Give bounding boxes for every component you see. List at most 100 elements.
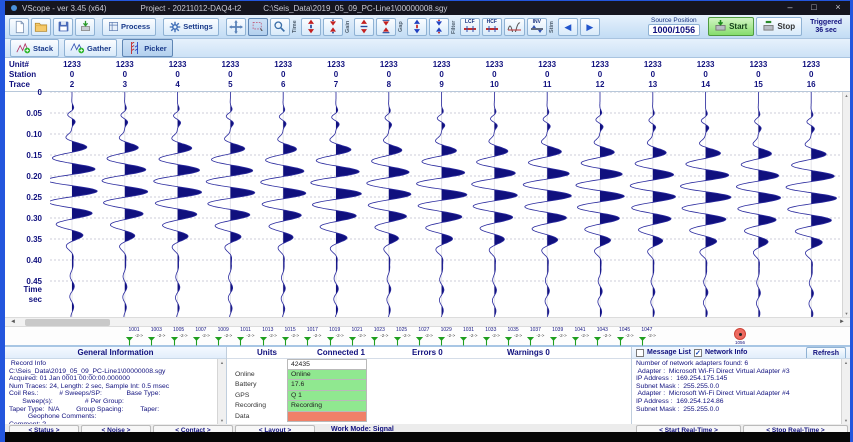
plot-vertical-scrollbar[interactable]: ▲ ▼ <box>842 92 850 317</box>
scroll-up-icon[interactable]: ▲ <box>843 93 850 98</box>
source-marker[interactable]: 1056 <box>729 328 751 345</box>
tab-stop-real-time[interactable]: < Stop Real-Time > <box>743 425 848 432</box>
time-compress-button[interactable] <box>323 18 343 36</box>
start-button[interactable]: Start <box>708 17 754 36</box>
trace-header-column: 123305 <box>208 60 252 90</box>
scroll-right-icon[interactable]: ► <box>836 318 848 326</box>
settings-gear-icon <box>169 21 181 33</box>
bandpass-button[interactable] <box>504 18 525 36</box>
picker-button[interactable]: Picker <box>122 39 173 57</box>
time-gridlines <box>50 92 842 281</box>
geophone-offset-label: -2-> <box>536 333 544 339</box>
gain-down-button[interactable] <box>376 18 396 36</box>
maximize-button[interactable]: □ <box>802 1 826 15</box>
process-button[interactable]: Process <box>102 18 156 36</box>
close-button[interactable]: × <box>826 1 850 15</box>
tab-noise[interactable]: < Noise > <box>81 425 151 432</box>
message-list-label: Message List <box>647 349 691 356</box>
gap-increase-button[interactable] <box>407 18 427 36</box>
process-icon <box>108 21 119 32</box>
geophone-offset-label: -2-> <box>291 333 299 339</box>
geophone-offset-label: -2-> <box>514 333 522 339</box>
next-button[interactable]: ▶ <box>580 18 600 36</box>
general-info-line: Record Info <box>9 360 215 368</box>
geophone-offset-label: -2-> <box>403 333 411 339</box>
time-tick-label: 0.10 <box>8 130 42 139</box>
lcf-button[interactable]: LCF <box>460 18 480 36</box>
trace-number-value: 12 <box>578 80 622 90</box>
new-file-button[interactable] <box>9 18 29 36</box>
scroll-down-icon[interactable]: ▼ <box>218 418 226 423</box>
source-marker-icon <box>734 328 746 340</box>
plot-horizontal-scrollbar[interactable]: ◄ ► <box>5 317 850 327</box>
trace-station-value: 0 <box>208 70 252 80</box>
gap-decrease-button[interactable] <box>429 18 449 36</box>
tab-layout[interactable]: < Layout > <box>235 425 315 432</box>
zoom-button[interactable] <box>270 18 290 36</box>
trace-header-column: 123307 <box>314 60 358 90</box>
lcf-filter-icon <box>463 25 477 33</box>
export-button[interactable] <box>75 18 95 36</box>
seismic-trace-fill <box>547 92 571 317</box>
unit-status-value: Recording <box>287 401 367 412</box>
trace-number-value: 10 <box>472 80 516 90</box>
network-info-panel: Message List ✓ Network Info Refresh Numb… <box>632 347 850 424</box>
trace-plot-svg[interactable] <box>50 92 842 317</box>
trace-header-column: 1233012 <box>578 60 622 90</box>
prev-button[interactable]: ◀ <box>558 18 578 36</box>
seismic-trace-fill <box>494 92 517 317</box>
trace-header-column: 1233014 <box>684 60 728 90</box>
pan-button[interactable] <box>226 18 246 36</box>
inv-button[interactable]: INV <box>527 18 547 36</box>
message-list-checkbox[interactable] <box>636 349 644 357</box>
general-info-line: C:\Seis_Data\2019_05_09_PC-Line1\0000000… <box>9 368 215 376</box>
scroll-up-icon[interactable]: ▲ <box>842 360 850 365</box>
settings-button[interactable]: Settings <box>163 18 219 36</box>
file-path-title: C:\Seis_Data\2019_05_09_PC-Line1\0000000… <box>263 4 778 13</box>
scrollbar-thumb[interactable] <box>25 319 110 326</box>
seismic-trace-fill <box>811 92 836 317</box>
network-panel-header: Message List ✓ Network Info Refresh <box>632 347 850 359</box>
geophone-offset-label: -2-> <box>380 333 388 339</box>
refresh-button[interactable]: Refresh <box>806 347 846 358</box>
unit-status-row: RecordingRecording <box>229 401 631 412</box>
time-tick-label: 0.20 <box>8 172 42 181</box>
unit-status-label: Recording <box>229 401 287 412</box>
seismic-plot-area[interactable]: Time sec 00.050.100.150.200.250.300.350.… <box>5 92 850 317</box>
time-expand-button[interactable] <box>301 18 321 36</box>
general-info-scrollbar[interactable]: ▲ ▼ <box>217 359 226 424</box>
window-bottom-edge <box>5 432 850 442</box>
open-folder-button[interactable] <box>31 18 51 36</box>
tab-start-real-time[interactable]: < Start Real-Time > <box>636 425 741 432</box>
save-button[interactable] <box>53 18 73 36</box>
trace-unit-value: 1233 <box>367 60 411 70</box>
prev-icon: ◀ <box>564 19 571 35</box>
tab-contact[interactable]: < Contact > <box>153 425 233 432</box>
scroll-left-icon[interactable]: ◄ <box>7 318 19 326</box>
new-file-icon <box>13 20 26 34</box>
gain-up-button[interactable] <box>354 18 374 36</box>
stack-button[interactable]: Stack <box>10 39 59 57</box>
vscope-window: VScope - ver 3.45 (x64) Project - 202110… <box>0 0 853 442</box>
start-icon <box>715 20 726 33</box>
trace-header-row-labels: Unit# Station Trace <box>9 60 36 90</box>
hcf-button[interactable]: HCF <box>482 18 502 36</box>
geophone-offset-label: -2-> <box>469 333 477 339</box>
network-info-checkbox[interactable]: ✓ <box>694 349 702 357</box>
view-toolbar: Stack Gather Picker <box>5 39 850 58</box>
tab-status[interactable]: < Status > <box>9 425 79 432</box>
minimize-button[interactable]: – <box>778 1 802 15</box>
gather-button[interactable]: Gather <box>64 39 117 57</box>
scroll-down-icon[interactable]: ▼ <box>842 418 850 423</box>
stop-button[interactable]: Stop <box>756 17 802 36</box>
network-info-scrollbar[interactable]: ▲ ▼ <box>841 359 850 424</box>
scroll-down-icon[interactable]: ▼ <box>843 311 850 316</box>
app-icon <box>11 5 17 11</box>
trace-header: Unit# Station Trace 12330212330312330412… <box>5 58 850 92</box>
select-button[interactable] <box>248 18 268 36</box>
bottom-tab-strip: < Status > < Noise > < Contact > < Layou… <box>5 424 850 432</box>
time-tick-label: 0.45 <box>8 277 42 286</box>
trace-header-column: 123309 <box>420 60 464 90</box>
trace-header-column: 123308 <box>367 60 411 90</box>
scroll-up-icon[interactable]: ▲ <box>218 360 226 365</box>
